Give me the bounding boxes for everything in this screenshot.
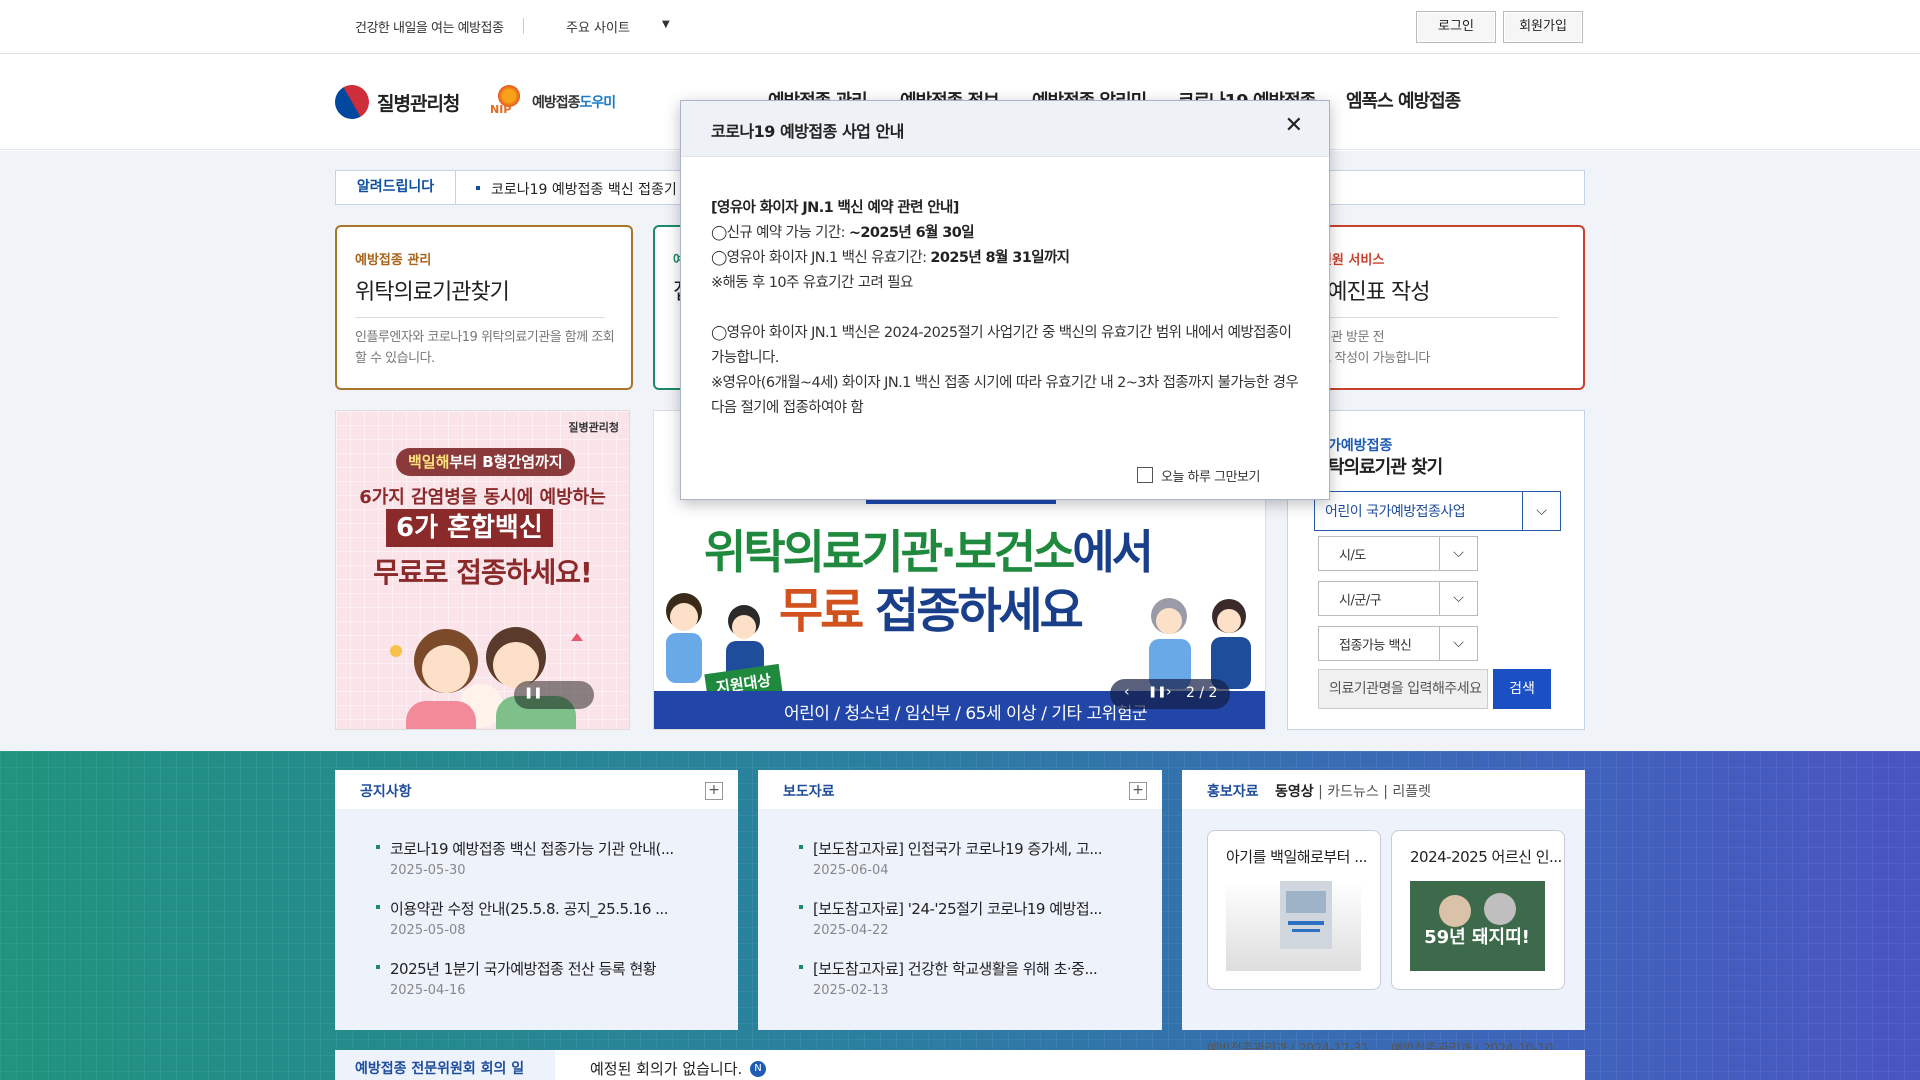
banner-pause-button[interactable]: ❚❚ — [514, 681, 594, 709]
card-category: 예방접종 관리 — [355, 253, 432, 268]
modal-paragraph: ※영유아(6개월~4세) 화이자 JN.1 백신 접종 시기에 따라 유효기간 … — [711, 375, 1299, 416]
nip-logo-text: 예방접종도우미 — [532, 95, 616, 111]
kdca-logo-text: 질병관리청 — [377, 92, 460, 115]
chevron-down-icon: ⌵ — [1439, 582, 1477, 615]
modal-line: ※해동 후 10주 유효기간 고려 필요 — [711, 275, 913, 291]
covid19-notice-modal: 코로나19 예방접종 사업 안내 ✕ [영유아 화이자 JN.1 백신 예약 관… — [680, 100, 1330, 500]
modal-line: ◯신규 예약 가능 기간: ~2025년 6월 30일 — [711, 225, 975, 241]
notice-link[interactable]: 코로나19 예방접종 백신 접종기 — [491, 179, 677, 199]
caret-down-icon[interactable]: ▼ — [662, 19, 670, 30]
pause-icon[interactable]: ❚❚ — [1148, 685, 1166, 698]
quick-card-questionnaire[interactable]: 사민원 서비스 자예진표 작성 료기관 방문 전 진표 작성이 가능합니다 — [1288, 225, 1585, 390]
elderly-illustration — [1149, 598, 1251, 689]
pause-icon: ❚❚ — [524, 686, 543, 699]
close-icon[interactable]: ✕ — [1285, 115, 1303, 137]
quick-card-find-clinic[interactable]: 예방접종 관리 위탁의료기관찾기 인플루엔자와 코로나19 위탁의료기관을 함께… — [335, 225, 633, 390]
clinic-name-input[interactable]: 의료기관명을 입력해주세요 — [1318, 669, 1488, 709]
login-button[interactable]: 로그인 — [1416, 11, 1496, 43]
committee-meeting-bar: 예방접종 전문위원회 회의 일정 예정된 회의가 없습니다. N — [335, 1050, 1585, 1080]
modal-line: ◯영유아 화이자 JN.1 백신 유효기간: 2025년 8월 31일까지 — [711, 250, 1070, 266]
sido-select[interactable]: 시/도 ⌵ — [1318, 536, 1478, 571]
chevron-down-icon: ⌵ — [1522, 492, 1560, 530]
modal-paragraph: ◯영유아 화이자 JN.1 백신은 2024-2025절기 사업기간 중 백신의… — [711, 325, 1292, 366]
search-title: 탁의료기관 찾기 — [1328, 457, 1443, 478]
dismiss-today-checkbox[interactable] — [1137, 467, 1153, 483]
panel-title: 공지사항 — [360, 784, 412, 800]
chevron-down-icon: ⌵ — [1439, 537, 1477, 570]
list-item[interactable]: 코로나19 예방접종 백신 접종가능 기관 안내(... 2025-05-30 — [376, 838, 690, 878]
bullet — [476, 186, 480, 190]
list-item[interactable]: [보도참고자료] '24-'25절기 코로나19 예방접... 2025-04-2… — [799, 898, 1113, 938]
dismiss-today-label[interactable]: 오늘 하루 그만보기 — [1161, 466, 1260, 485]
kdca-logo[interactable]: 질병관리청 — [328, 78, 460, 126]
nip-sun-icon: NIP — [490, 85, 526, 119]
chevron-right-icon[interactable]: › — [1166, 684, 1172, 700]
plus-icon[interactable]: + — [705, 782, 723, 800]
program-select[interactable]: 어린이 국가예방접종사업 ⌵ — [1314, 491, 1561, 531]
panel-title: 홍보자료 — [1207, 784, 1259, 800]
nav-item-mpox[interactable]: 엠폭스 예방접종 — [1346, 87, 1461, 113]
list-item[interactable]: [보도참고자료] 건강한 학교생활을 위해 초·중... 2025-02-13 — [799, 958, 1113, 998]
sigungu-select[interactable]: 시/군/구 ⌵ — [1318, 581, 1478, 616]
divider — [1308, 317, 1558, 318]
target-groups-text: 어린이 / 청소년 / 임신부 / 65세 이상 / 기타 고위험군 — [784, 704, 1148, 724]
plus-icon[interactable]: + — [1129, 782, 1147, 800]
banner-line3: 무료로 접종하세요! — [373, 556, 593, 589]
banner-line1: 6가지 감염병을 동시에 예방하는 — [359, 487, 606, 508]
chevron-down-icon: ⌵ — [1439, 627, 1477, 660]
svg-text:59년 돼지띠!: 59년 돼지띠! — [1424, 927, 1530, 948]
list-item[interactable]: 이용약관 수정 안내(25.5.8. 공지_25.5.16 ... 2025-05… — [376, 898, 690, 938]
tab-video[interactable]: 동영상 — [1275, 784, 1314, 800]
video-thumbnail: 59년 돼지띠! — [1410, 881, 1545, 971]
list-item[interactable]: [보도참고자료] 인접국가 코로나19 증가세, 고... 2025-06-04 — [799, 838, 1113, 878]
tab-card-news[interactable]: 카드뉴스 — [1327, 784, 1379, 800]
notice-board: 공지사항 + 코로나19 예방접종 백신 접종가능 기관 안내(... 2025-… — [335, 770, 738, 1030]
meeting-tab[interactable]: 예방접종 전문위원회 회의 일정 — [335, 1050, 555, 1080]
new-badge: N — [750, 1061, 766, 1077]
banner-pill: 백일해부터 B형간염까지 — [396, 448, 575, 476]
tab-leaflet[interactable]: 리플렛 — [1392, 784, 1431, 800]
press-board: 보도자료 + [보도참고자료] 인접국가 코로나19 증가세, 고... 2025… — [758, 770, 1162, 1030]
modal-heading: [영유아 화이자 JN.1 백신 예약 관련 안내] — [711, 200, 959, 216]
list-item[interactable]: 2025년 1분기 국가예방접종 전산 등록 현황 2025-04-16 — [376, 958, 690, 998]
kdca-mark: 질병관리청 — [568, 421, 619, 434]
card-description: 료기관 방문 전 진표 작성이 가능합니다 — [1308, 330, 1430, 366]
promo-card[interactable]: 2024-2025 어르신 인... 59년 돼지띠! — [1391, 830, 1565, 990]
modal-title: 코로나19 예방접종 사업 안내 — [711, 122, 904, 141]
banner-line2: 6가 혼합백신 — [386, 509, 553, 547]
notice-tag: 알려드립니다 — [336, 171, 456, 204]
major-sites-select[interactable]: 주요 사이트 — [566, 17, 630, 36]
divider — [355, 317, 605, 318]
signup-button[interactable]: 회원가입 — [1503, 11, 1583, 43]
modal-body: [영유아 화이자 JN.1 백신 예약 관련 안내] ◯신규 예약 가능 기간:… — [711, 196, 1301, 421]
meeting-message: 예정된 회의가 없습니다. — [590, 1060, 743, 1078]
video-thumbnail — [1226, 881, 1361, 971]
clinic-search-box: 가예방접종 탁의료기관 찾기 어린이 국가예방접종사업 ⌵ 시/도 ⌵ 시/군/… — [1287, 410, 1585, 730]
hexavalent-vaccine-banner[interactable]: 질병관리청 백일해부터 B형간염까지 6가지 감염병을 동시에 예방하는 6가 … — [335, 410, 630, 730]
banner-headline2: 무료 접종하세요 — [779, 583, 1084, 639]
slider-controls: ‹ ❚❚ › 2 / 2 — [1110, 679, 1230, 709]
taegeuk-icon — [328, 78, 376, 126]
chevron-left-icon[interactable]: ‹ — [1124, 684, 1130, 700]
card-description: 인플루엔자와 코로나19 위탁의료기관을 함께 조회할 수 있습니다. — [355, 330, 615, 366]
family-illustration — [390, 627, 583, 729]
site-slogan: 건강한 내일을 여는 예방접종 — [355, 21, 504, 36]
promo-board: 홍보자료 동영상 | 카드뉴스 | 리플렛 아기를 백일해로부터 ... 202… — [1182, 770, 1585, 1057]
search-category: 가예방접종 — [1328, 438, 1393, 454]
card-title: 위탁의료기관찾기 — [355, 280, 510, 305]
divider — [523, 18, 524, 34]
promo-card[interactable]: 아기를 백일해로부터 ... — [1207, 830, 1381, 990]
vaccine-select[interactable]: 접종가능 백신 ⌵ — [1318, 626, 1478, 661]
panel-title: 보도자료 — [783, 784, 835, 800]
slide-page-indicator: 2 / 2 — [1186, 685, 1218, 701]
utility-bar: 건강한 내일을 여는 예방접종 주요 사이트 ▼ 로그인 회원가입 — [0, 0, 1920, 54]
nip-logo[interactable]: NIP 예방접종도우미 — [490, 85, 616, 119]
search-button[interactable]: 검색 — [1493, 669, 1551, 709]
promo-tabs: 홍보자료 동영상 | 카드뉴스 | 리플렛 — [1207, 784, 1432, 800]
